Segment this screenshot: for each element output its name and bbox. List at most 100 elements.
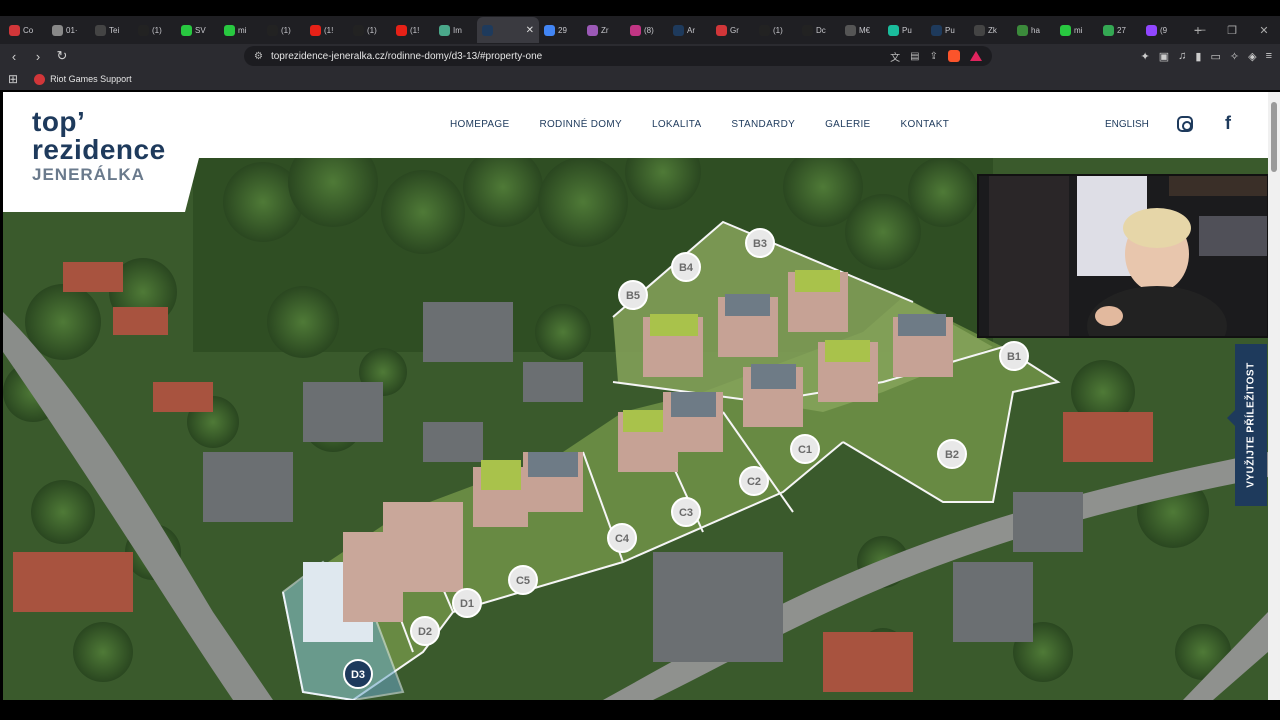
menu-icon[interactable]: ≡: [1266, 50, 1272, 62]
tab[interactable]: Pu: [883, 17, 926, 43]
tab[interactable]: SV: [176, 17, 219, 43]
plot-marker-label: D2: [418, 626, 432, 638]
tab-favicon-icon: [138, 24, 149, 36]
tab[interactable]: (1!: [391, 17, 434, 43]
tab[interactable]: ha: [1012, 17, 1055, 43]
tab[interactable]: M€: [840, 17, 883, 43]
tab-label: Gr: [730, 25, 739, 35]
tab-label: mi: [238, 25, 247, 35]
tab-favicon-icon: [845, 24, 856, 36]
tab-favicon-icon: [9, 24, 20, 36]
tab[interactable]: mi: [219, 17, 262, 43]
tab[interactable]: (1!: [305, 17, 348, 43]
scrollbar-thumb[interactable]: [1271, 102, 1277, 172]
address-bar[interactable]: ⚙ toprezidence-jeneralka.cz/rodinne-domy…: [244, 46, 992, 66]
brave-shield-icon[interactable]: [948, 50, 960, 62]
opportunity-side-tab[interactable]: VYUŽIJTE PŘÍLEŽITOST: [1227, 344, 1267, 506]
reload-icon[interactable]: ↻: [52, 48, 72, 64]
tab[interactable]: (1): [754, 17, 797, 43]
bookmark-riot-support[interactable]: Riot Games Support: [34, 73, 132, 85]
close-window-icon[interactable]: ✕: [1248, 24, 1280, 37]
plot-marker-b3[interactable]: B3: [745, 228, 775, 258]
tab-active[interactable]: ✕: [477, 17, 539, 43]
plot-marker-label: C2: [747, 476, 761, 488]
extensions-icon[interactable]: ✦: [1141, 50, 1150, 63]
site-info-icon[interactable]: ⚙: [254, 51, 263, 62]
tab-favicon-icon: [1017, 24, 1028, 36]
window-controls: — ❐ ✕: [1184, 16, 1280, 44]
tab-label: (1): [281, 25, 291, 35]
tab-favicon-icon: [181, 24, 192, 36]
tab-favicon-icon: [95, 24, 106, 36]
plot-marker-c2[interactable]: C2: [739, 466, 769, 496]
tab-favicon-icon: [482, 24, 493, 36]
tab-label: 29: [558, 25, 567, 35]
minimize-icon[interactable]: —: [1184, 24, 1216, 36]
tab[interactable]: Zr: [582, 17, 625, 43]
tab-label: mi: [1074, 25, 1083, 35]
tab-favicon-icon: [587, 24, 598, 36]
apps-grid-icon[interactable]: ⊞: [8, 72, 18, 86]
brave-rewards-icon[interactable]: [970, 51, 982, 61]
plot-marker-c4[interactable]: C4: [607, 523, 637, 553]
tab[interactable]: Pu: [926, 17, 969, 43]
wallet-card-icon[interactable]: ▭: [1210, 50, 1220, 63]
tab-label: ha: [1031, 25, 1040, 35]
riot-icon: [34, 73, 46, 85]
plot-marker-b2[interactable]: B2: [937, 439, 967, 469]
tab[interactable]: Co: [4, 17, 47, 43]
bottom-black-strip: [0, 700, 1280, 720]
plot-marker-b4[interactable]: B4: [671, 252, 701, 282]
forward-icon[interactable]: ›: [28, 49, 48, 64]
plot-marker-d2[interactable]: D2: [410, 616, 440, 646]
tab[interactable]: Zk: [969, 17, 1012, 43]
tab[interactable]: (1): [133, 17, 176, 43]
tab-favicon-icon: [931, 24, 942, 36]
tab[interactable]: Gr: [711, 17, 754, 43]
tab[interactable]: (9: [1141, 17, 1184, 43]
tab-favicon-icon: [759, 24, 770, 36]
tab-label: (1!: [410, 25, 420, 35]
tab[interactable]: (8): [625, 17, 668, 43]
plot-marker-c1[interactable]: C1: [790, 434, 820, 464]
translate-icon[interactable]: 文: [890, 49, 900, 64]
tab[interactable]: (1): [262, 17, 305, 43]
ai-icon[interactable]: ✧: [1230, 50, 1239, 63]
plot-marker-d3[interactable]: D3: [343, 659, 373, 689]
plot-marker-label: C3: [679, 507, 693, 519]
share-icon[interactable]: ⇪: [930, 51, 938, 62]
tab-label: Tei: [109, 25, 120, 35]
tab-favicon-icon: [544, 24, 555, 36]
vpn-icon[interactable]: ◈: [1248, 50, 1256, 63]
page-scrollbar[interactable]: [1268, 92, 1280, 700]
tab[interactable]: 27: [1098, 17, 1141, 43]
tab[interactable]: Tei: [90, 17, 133, 43]
tab[interactable]: Im: [434, 17, 477, 43]
wallet-icon[interactable]: ▣: [1159, 50, 1169, 63]
tab-favicon-icon: [888, 24, 899, 36]
plot-marker-d1[interactable]: D1: [452, 588, 482, 618]
tab-label: Dc: [816, 25, 826, 35]
plot-marker-c5[interactable]: C5: [508, 565, 538, 595]
tab-favicon-icon: [1103, 24, 1114, 36]
tab-label: SV: [195, 25, 206, 35]
back-icon[interactable]: ‹: [4, 49, 24, 64]
tab-favicon-icon: [224, 24, 235, 36]
tab-label: Zk: [988, 25, 997, 35]
plot-marker-b1[interactable]: B1: [999, 341, 1029, 371]
tab[interactable]: 29: [539, 17, 582, 43]
music-icon[interactable]: ♫: [1178, 50, 1186, 62]
tab[interactable]: 01·: [47, 17, 90, 43]
close-tab-icon[interactable]: ✕: [526, 25, 534, 36]
tab[interactable]: mi: [1055, 17, 1098, 43]
tab-favicon-icon: [630, 24, 641, 36]
restore-icon[interactable]: ❐: [1216, 24, 1248, 37]
plot-marker-c3[interactable]: C3: [671, 497, 701, 527]
sidebar-icon[interactable]: ▮: [1195, 50, 1201, 63]
tab[interactable]: Ar: [668, 17, 711, 43]
reader-icon[interactable]: ▤: [910, 51, 919, 62]
tab[interactable]: Dc: [797, 17, 840, 43]
plot-marker-b5[interactable]: B5: [618, 280, 648, 310]
tab-label: Zr: [601, 25, 609, 35]
tab[interactable]: (1): [348, 17, 391, 43]
